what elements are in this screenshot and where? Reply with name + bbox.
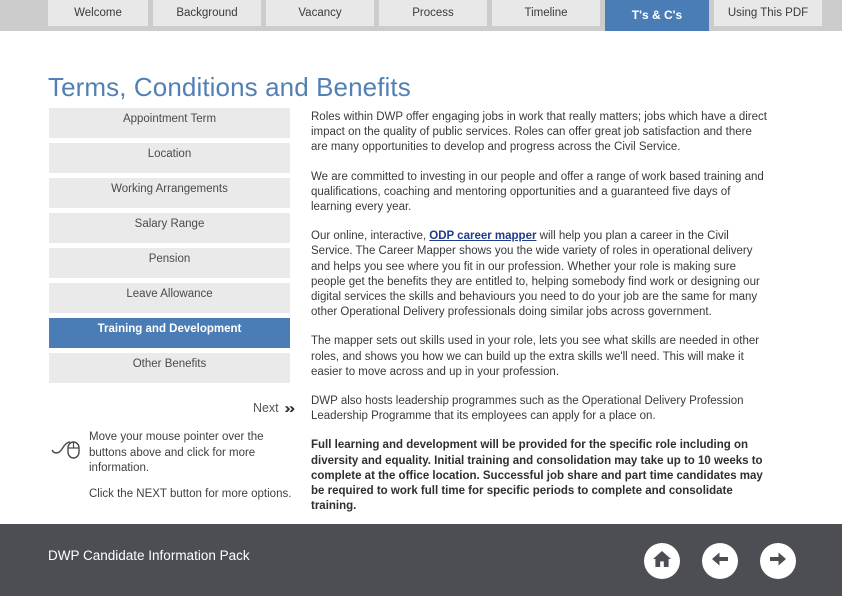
menu-item-location[interactable]: Location	[49, 143, 290, 173]
menu-item-training-and-development[interactable]: Training and Development	[49, 318, 290, 348]
page-title: Terms, Conditions and Benefits	[48, 72, 411, 102]
nav-tab-t-s-c-s[interactable]: T's & C's	[605, 0, 709, 31]
menu-item-other-benefits[interactable]: Other Benefits	[49, 353, 290, 383]
paragraph-full-learning: Full learning and development will be pr…	[311, 439, 763, 513]
home-icon	[651, 548, 673, 575]
next-label: Next	[252, 401, 279, 415]
nav-tab-timeline[interactable]: Timeline	[492, 0, 600, 26]
instruction-line-1: Move your mouse pointer over the buttons…	[89, 431, 264, 474]
footer-title: DWP Candidate Information Pack	[48, 548, 250, 563]
chevron-right-icon: »	[283, 400, 296, 417]
forward-button[interactable]	[760, 543, 796, 579]
menu-item-working-arrangements[interactable]: Working Arrangements	[49, 178, 290, 208]
footer-navigation	[644, 543, 796, 579]
nav-right-spacer	[827, 0, 842, 31]
paragraph-investing: We are committed to investing in our peo…	[311, 170, 764, 214]
paragraph-career-mapper: Our online, interactive, ODP career mapp…	[311, 229, 771, 320]
home-button[interactable]	[644, 543, 680, 579]
menu-item-leave-allowance[interactable]: Leave Allowance	[49, 283, 290, 313]
next-button[interactable]: Next »	[49, 400, 296, 417]
paragraph-roles: Roles within DWP offer engaging jobs in …	[311, 111, 767, 154]
paragraph-mapper-skills: The mapper sets out skills used in your …	[311, 335, 760, 378]
menu-item-appointment-term[interactable]: Appointment Term	[49, 108, 290, 138]
nav-tab-using-this-pdf[interactable]: Using This PDF	[714, 0, 822, 26]
nav-left-spacer	[0, 0, 48, 31]
menu-item-pension[interactable]: Pension	[49, 248, 290, 278]
instruction-line-2: Click the NEXT button for more options.	[89, 487, 292, 500]
nav-tab-vacancy[interactable]: Vacancy	[266, 0, 374, 26]
forward-arrow-icon	[767, 548, 789, 575]
nav-tab-process[interactable]: Process	[379, 0, 487, 26]
paragraph-leadership: DWP also hosts leadership programmes suc…	[311, 395, 744, 423]
mouse-icon	[49, 430, 85, 470]
instruction-block: Move your mouse pointer over the buttons…	[49, 430, 294, 512]
content-column: Roles within DWP offer engaging jobs in …	[311, 110, 771, 528]
instruction-texts: Move your mouse pointer over the buttons…	[89, 430, 294, 512]
top-navigation-bar: Welcome Background Vacancy Process Timeline T…	[0, 0, 842, 31]
paragraph-career-mapper-after: will help you plan a career in the Civil…	[311, 230, 760, 319]
section-menu: Appointment Term Location Working Arrangem…	[49, 108, 290, 388]
footer-bar: DWP Candidate Information Pack	[0, 524, 842, 596]
back-button[interactable]	[702, 543, 738, 579]
menu-item-salary-range[interactable]: Salary Range	[49, 213, 290, 243]
odp-career-mapper-link[interactable]: ODP career mapper	[429, 230, 536, 242]
nav-tabs: Welcome Background Vacancy Process Timeline T…	[48, 0, 827, 31]
back-arrow-icon	[709, 548, 731, 575]
paragraph-career-mapper-before: Our online, interactive,	[311, 230, 430, 243]
nav-tab-welcome[interactable]: Welcome	[48, 0, 148, 26]
nav-tab-background[interactable]: Background	[153, 0, 261, 26]
